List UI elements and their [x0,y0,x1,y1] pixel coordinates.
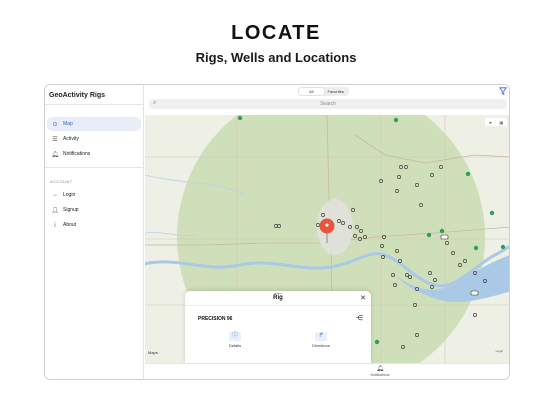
sidebar-item-notifications[interactable]: 🔔︎ Notifications [47,147,141,161]
bell-icon: 🔔︎ [376,366,384,372]
details-label: Details [228,343,242,348]
search-placeholder: Search [320,101,336,107]
map-view[interactable]: ➤ ▦ Maps Legal Rig ✕ PRECISION 96 ⋲ ⓘ De… [145,115,509,363]
segment-all[interactable]: All [299,88,324,95]
directions-icon: ↱ [315,332,327,341]
maps-attribution: Maps [148,350,158,355]
directions-button[interactable]: ↱ Directions [309,332,333,352]
filter-icon[interactable] [499,87,507,95]
sheet-divider [185,305,371,306]
share-icon[interactable]: ⋲ [356,314,363,322]
sidebar-item-label: About [63,222,77,228]
sidebar-item-label: Map [63,121,73,127]
bell-icon: 🔔︎ [51,151,59,158]
sidebar-item-label: Login [63,192,76,198]
map-icon: ⊙ [52,121,58,128]
rig-name: PRECISION 96 [198,316,233,322]
info-icon: ⅰ [54,222,56,229]
sidebar-item-signup[interactable]: 👤︎ Signup [47,203,141,217]
promo-headline: LOCATE [231,22,321,44]
sidebar-item-label: Activity [63,136,79,142]
sheet-title: Rig [273,295,283,301]
legal-link[interactable]: Legal [496,349,503,353]
info-icon: ⓘ [229,332,241,341]
sidebar-item-login[interactable]: → Login [47,188,141,202]
promo-subheadline: Rigs, Wells and Locations [195,50,357,65]
tab-notifications-label: Notifications [370,373,390,377]
map-controls[interactable]: ➤ ▦ [485,118,507,126]
sidebar-divider [45,104,144,105]
login-icon: → [52,192,58,198]
segment-favorites[interactable]: Favorites [324,88,349,95]
directions-label: Directions [312,343,330,348]
sidebar-item-activity[interactable]: ☰ Activity [47,132,141,146]
tab-notifications[interactable]: 🔔︎ Notifications [367,366,393,377]
sidebar-item-label: Notifications [63,151,91,157]
close-icon[interactable]: ✕ [360,294,366,302]
segment-control: All Favorites [298,87,349,96]
top-bar: All Favorites ⌕ Search [145,85,509,115]
location-icon[interactable]: ➤ [489,120,492,125]
rig-detail-sheet: Rig ✕ PRECISION 96 ⋲ ⓘ Details ↱ Directi… [185,291,371,363]
sidebar: GeoActivity Rigs ⊙ Map ☰ Activity 🔔︎ Not… [45,85,144,379]
sidebar-item-map[interactable]: ⊙ Map [47,117,141,131]
bottom-tab-bar: 🔔︎ Notifications [145,363,509,379]
account-section-header: ACCOUNT [50,179,73,184]
app-title: GeoActivity Rigs [49,92,106,99]
details-button[interactable]: ⓘ Details [223,332,247,352]
signup-icon: 👤︎ [51,207,59,214]
map-layers-icon[interactable]: ▦ [499,120,503,125]
list-icon: ☰ [52,136,58,143]
sidebar-item-label: Signup [63,207,79,213]
sheet-grabber[interactable] [274,293,282,294]
app-window: GeoActivity Rigs ⊙ Map ☰ Activity 🔔︎ Not… [44,84,510,380]
search-bar[interactable]: ⌕ Search [149,99,507,109]
sidebar-item-about[interactable]: ⅰ About [47,218,141,232]
sidebar-divider [45,167,144,168]
